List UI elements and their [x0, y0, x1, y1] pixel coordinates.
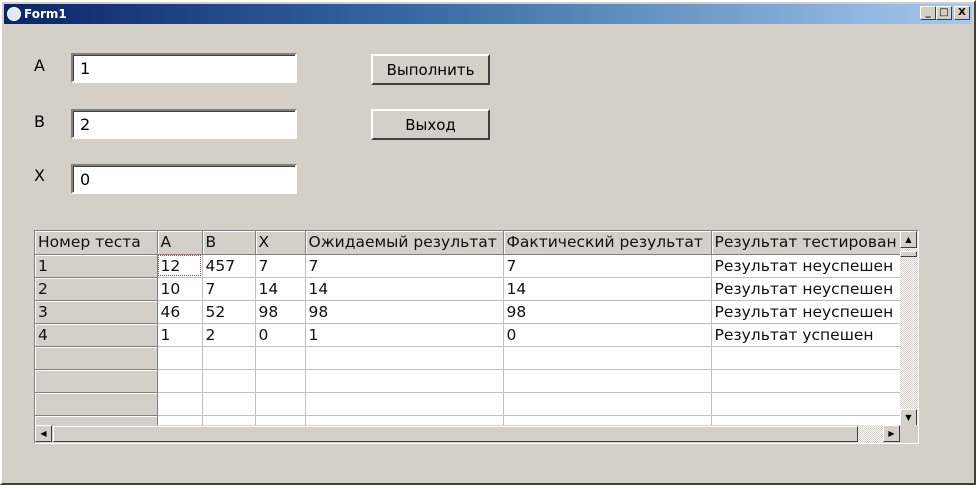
column-header[interactable]: Ожидаемый результат [305, 231, 504, 255]
grid-cell[interactable]: 52 [202, 300, 256, 324]
horizontal-scroll-thumb[interactable] [53, 426, 858, 442]
grid-cell[interactable] [255, 392, 306, 416]
table-row [35, 369, 902, 393]
grid-cell[interactable]: Результат неуспешен [711, 277, 902, 301]
grid-cell[interactable] [503, 392, 712, 416]
grid-cell[interactable]: Результат успешен [711, 323, 902, 347]
grid-cell[interactable] [255, 346, 306, 370]
scroll-right-arrow-icon[interactable]: ▶ [883, 425, 900, 442]
input-a[interactable] [71, 53, 297, 83]
grid-cell[interactable]: 7 [503, 254, 712, 278]
horizontal-scrollbar[interactable]: ◀ ▶ [35, 425, 901, 443]
input-b[interactable] [71, 109, 297, 139]
input-x[interactable] [71, 164, 297, 194]
run-button[interactable]: Выполнить [371, 54, 490, 85]
grid-cell[interactable]: 10 [157, 277, 203, 301]
close-button[interactable]: X [954, 6, 970, 20]
grid-cell[interactable] [711, 346, 902, 370]
grid-cell[interactable] [202, 392, 256, 416]
grid-cell[interactable]: Результат неуспешен [711, 300, 902, 324]
grid-cell[interactable]: 7 [202, 277, 256, 301]
grid-cell[interactable] [711, 392, 902, 416]
column-header[interactable]: B [202, 231, 256, 255]
grid-cell[interactable]: 46 [157, 300, 203, 324]
row-header[interactable]: 1 [35, 254, 158, 278]
scroll-left-arrow-icon[interactable]: ◀ [35, 425, 52, 442]
grid-cell[interactable] [157, 392, 203, 416]
grid-cell[interactable] [503, 346, 712, 370]
column-header[interactable]: X [255, 231, 306, 255]
column-header[interactable]: Фактический результат [503, 231, 712, 255]
vertical-scroll-thumb[interactable] [900, 251, 917, 257]
grid-cell[interactable]: 7 [305, 254, 504, 278]
label-b: B [34, 112, 45, 131]
column-header[interactable]: Результат тестирован [711, 231, 902, 255]
maximize-button[interactable]: □ [936, 6, 952, 20]
label-a: A [34, 56, 45, 75]
scroll-up-arrow-icon[interactable]: ▲ [900, 231, 917, 248]
table-row: 4 1 2 0 1 0 Результат успешен [35, 323, 902, 347]
header-row: Номер теста A B X Ожидаемый результат Фактиче… [35, 231, 902, 255]
grid-cell[interactable]: 1 [157, 323, 203, 347]
grid-cell[interactable] [305, 346, 504, 370]
grid-cell[interactable] [202, 346, 256, 370]
vertical-scrollbar[interactable]: ▲ ▼ [900, 231, 918, 426]
grid-cell[interactable]: 0 [255, 323, 306, 347]
window-title: Form1 [24, 7, 67, 21]
column-header[interactable]: Номер теста [35, 231, 158, 255]
grid-cell[interactable]: 12 [157, 254, 203, 278]
row-header[interactable]: 4 [35, 323, 158, 347]
grid-cell[interactable]: 98 [305, 300, 504, 324]
grid-cell[interactable]: Результат неуспешен [711, 254, 902, 278]
table-row: 2 10 7 14 14 14 Результат неуспешен [35, 277, 902, 301]
table-row [35, 392, 902, 416]
exit-button[interactable]: Выход [371, 109, 490, 140]
app-icon [7, 7, 21, 21]
results-grid[interactable]: Номер теста A B X Ожидаемый результат Фактиче… [34, 230, 919, 444]
row-header[interactable] [35, 392, 158, 416]
grid-cell[interactable] [305, 369, 504, 393]
grid-cell[interactable]: 14 [503, 277, 712, 301]
grid-cell[interactable]: 14 [255, 277, 306, 301]
title-bar[interactable]: Form1 _ □ X [4, 4, 972, 24]
grid-cell[interactable] [202, 369, 256, 393]
row-header[interactable]: 3 [35, 300, 158, 324]
grid-cell[interactable] [157, 346, 203, 370]
minimize-button[interactable]: _ [920, 6, 936, 20]
column-header[interactable]: A [157, 231, 203, 255]
row-header[interactable]: 2 [35, 277, 158, 301]
grid-cell[interactable] [305, 392, 504, 416]
row-header[interactable] [35, 346, 158, 370]
grid-cell[interactable]: 98 [255, 300, 306, 324]
grid-cell[interactable] [157, 369, 203, 393]
table-row [35, 346, 902, 370]
grid-cell[interactable] [503, 369, 712, 393]
row-header[interactable] [35, 369, 158, 393]
grid-cell[interactable]: 457 [202, 254, 256, 278]
table-row: 3 46 52 98 98 98 Результат неуспешен [35, 300, 902, 324]
scroll-corner [900, 425, 918, 443]
grid-cell[interactable]: 7 [255, 254, 306, 278]
label-x: X [34, 166, 45, 185]
grid-cell[interactable]: 0 [503, 323, 712, 347]
table-row: 1 12 457 7 7 7 Результат неуспешен [35, 254, 902, 278]
grid-cell[interactable] [255, 369, 306, 393]
grid-cell[interactable] [711, 369, 902, 393]
grid-cell[interactable]: 1 [305, 323, 504, 347]
grid-cell[interactable]: 98 [503, 300, 712, 324]
grid-cell[interactable]: 2 [202, 323, 256, 347]
grid-cell[interactable]: 14 [305, 277, 504, 301]
scroll-down-arrow-icon[interactable]: ▼ [900, 409, 917, 426]
